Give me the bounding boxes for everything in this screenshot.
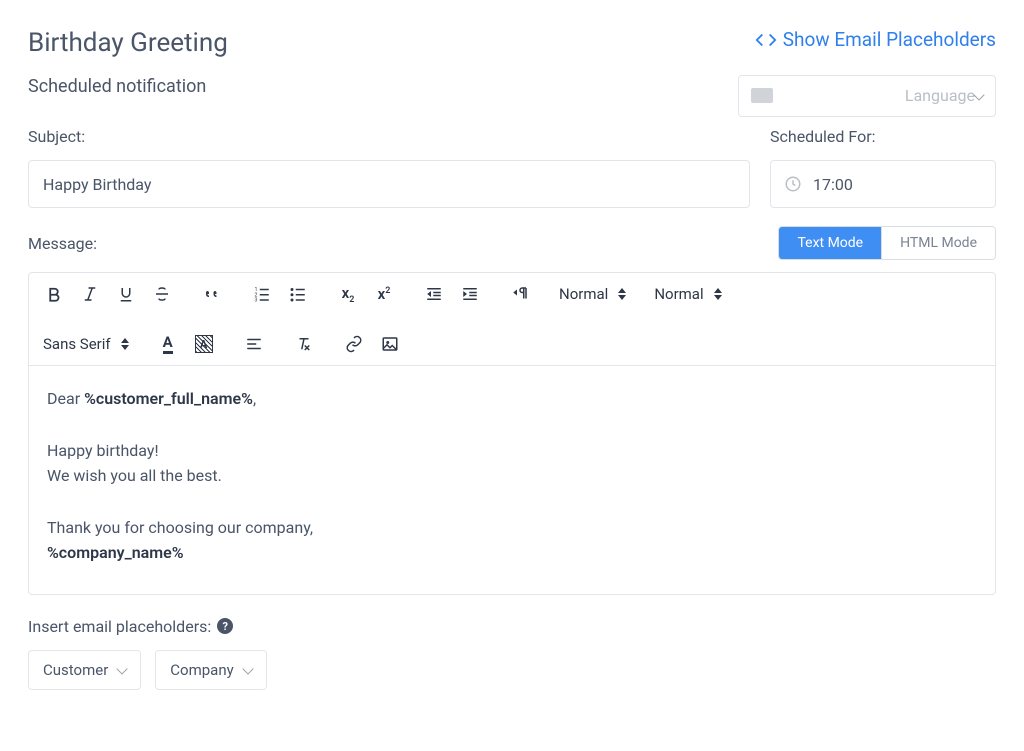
page-title: Birthday Greeting [28, 28, 228, 58]
svg-text:3: 3 [255, 298, 258, 304]
chevron-down-icon [244, 661, 252, 679]
italic-button[interactable] [79, 283, 101, 305]
message-label: Message: [28, 234, 97, 253]
image-icon [381, 335, 399, 353]
align-icon [245, 335, 263, 353]
placeholder-token: %company_name% [47, 543, 184, 562]
text: We wish you all the best. [47, 463, 977, 489]
placeholder-token: %customer_full_name% [84, 389, 253, 408]
show-placeholders-label: Show Email Placeholders [783, 28, 996, 51]
bold-icon [45, 285, 63, 303]
clear-format-icon [295, 335, 313, 353]
link-icon [345, 335, 363, 353]
italic-icon [81, 285, 99, 303]
superscript-icon: x2 [378, 285, 391, 303]
link-button[interactable] [343, 333, 365, 355]
scheduled-time-input[interactable] [770, 160, 996, 208]
font-size-select[interactable]: Normal [559, 285, 626, 303]
quote-icon [203, 285, 221, 303]
blockquote-button[interactable] [201, 283, 223, 305]
caret-icon [618, 288, 626, 300]
font-size-label: Normal [559, 285, 608, 303]
subscript-button[interactable]: x2 [337, 283, 359, 305]
font-family-select[interactable]: Sans Serif [43, 335, 129, 353]
caret-icon [714, 288, 722, 300]
bullet-list-icon [289, 285, 307, 303]
clock-icon [784, 175, 802, 193]
customer-placeholder-dropdown[interactable]: Customer [28, 650, 141, 690]
code-icon [755, 29, 777, 51]
indent-button[interactable] [459, 283, 481, 305]
image-button[interactable] [379, 333, 401, 355]
clear-format-button[interactable] [293, 333, 315, 355]
text-mode-button[interactable]: Text Mode [779, 227, 881, 259]
rich-text-editor: 123 x2 x2 [28, 272, 996, 595]
text: Dear [47, 389, 84, 408]
flag-icon [751, 88, 773, 103]
highlight-icon: A [195, 335, 213, 353]
editor-toolbar: 123 x2 x2 [29, 273, 995, 366]
indent-icon [461, 285, 479, 303]
header-select[interactable]: Normal [654, 285, 721, 303]
text-direction-button[interactable] [509, 283, 531, 305]
font-family-label: Sans Serif [43, 335, 111, 353]
outdent-button[interactable] [423, 283, 445, 305]
chevron-down-icon [975, 86, 983, 105]
text: , [253, 389, 256, 408]
align-button[interactable] [243, 333, 265, 355]
superscript-button[interactable]: x2 [373, 283, 395, 305]
text: Happy birthday! [47, 438, 977, 464]
company-placeholder-dropdown[interactable]: Company [155, 650, 266, 690]
insert-placeholders-label: Insert email placeholders: [28, 617, 211, 636]
underline-button[interactable] [115, 283, 137, 305]
show-placeholders-link[interactable]: Show Email Placeholders [755, 28, 996, 51]
help-icon[interactable]: ? [217, 618, 233, 634]
bold-button[interactable] [43, 283, 65, 305]
strike-icon [153, 285, 171, 303]
html-mode-button[interactable]: HTML Mode [881, 227, 995, 259]
subject-label: Subject: [28, 127, 750, 146]
text-color-icon: A [163, 335, 173, 354]
subject-input[interactable] [28, 160, 750, 208]
company-dropdown-label: Company [170, 661, 233, 679]
chevron-down-icon [118, 661, 126, 679]
ordered-list-icon: 123 [253, 285, 271, 303]
page-subtitle: Scheduled notification [28, 76, 228, 97]
pilcrow-icon [511, 285, 529, 303]
bullet-list-button[interactable] [287, 283, 309, 305]
text-color-button[interactable]: A [157, 333, 179, 355]
subscript-icon: x2 [342, 284, 355, 305]
language-select[interactable]: Language [738, 75, 996, 117]
outdent-icon [425, 285, 443, 303]
text: Thank you for choosing our company, [47, 515, 977, 541]
caret-icon [121, 338, 129, 350]
editor-content[interactable]: Dear %customer_full_name%, Happy birthda… [29, 366, 995, 594]
editor-mode-toggle: Text Mode HTML Mode [778, 226, 996, 260]
language-placeholder: Language [783, 86, 975, 105]
ordered-list-button[interactable]: 123 [251, 283, 273, 305]
strike-button[interactable] [151, 283, 173, 305]
customer-dropdown-label: Customer [43, 661, 108, 679]
header-label: Normal [654, 285, 703, 303]
highlight-color-button[interactable]: A [193, 333, 215, 355]
scheduled-for-label: Scheduled For: [770, 127, 996, 146]
underline-icon [117, 285, 135, 303]
